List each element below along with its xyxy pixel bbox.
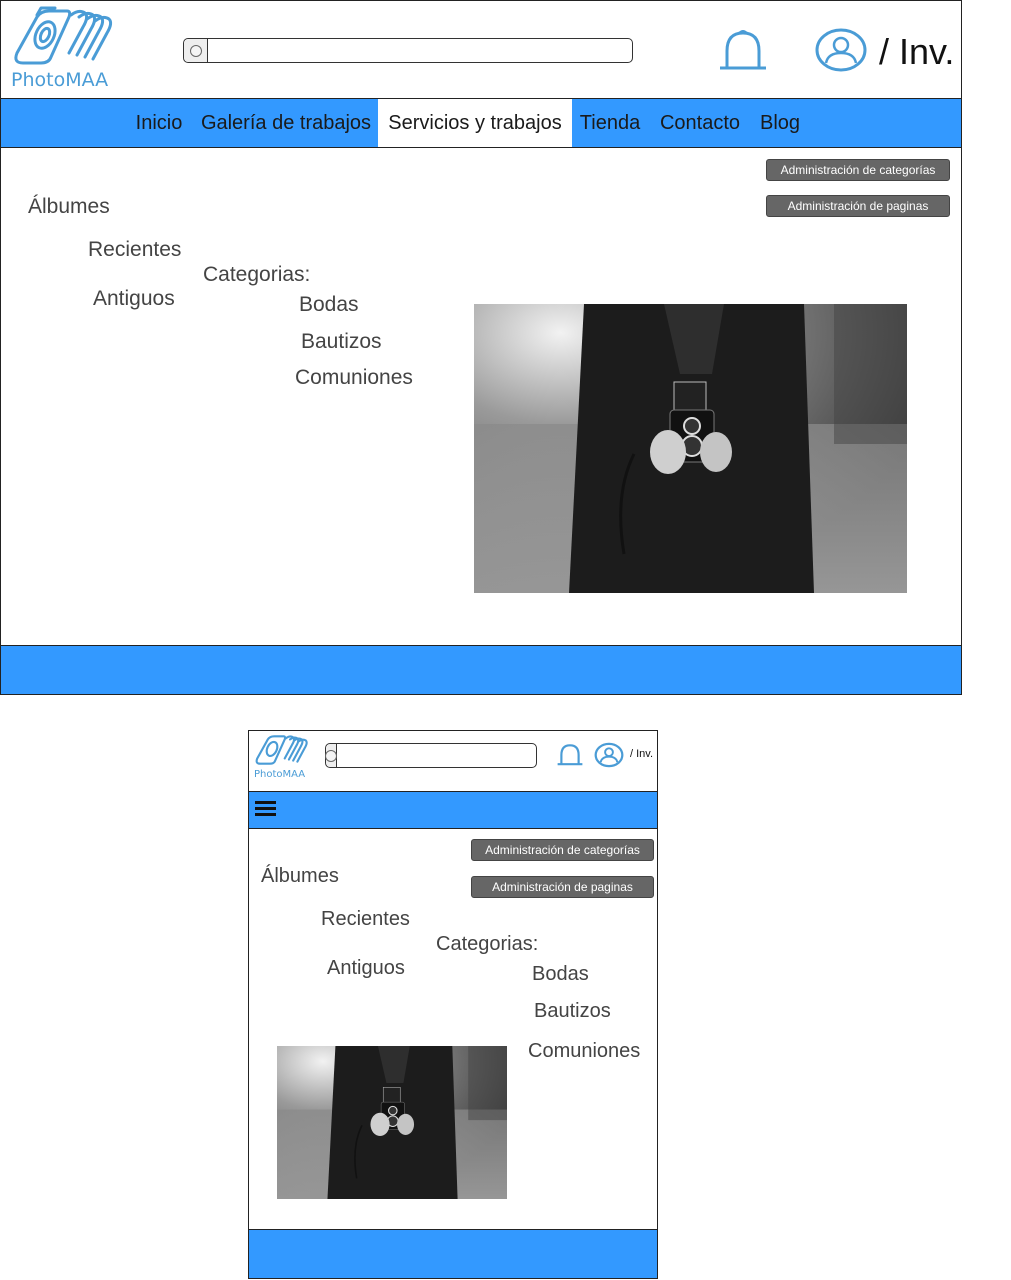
album-link-antiguos[interactable]: Antiguos: [327, 957, 405, 980]
album-link-recientes[interactable]: Recientes: [321, 908, 410, 931]
search-icon[interactable]: [325, 744, 337, 767]
categories-title: Categorias:: [203, 263, 311, 286]
category-link-comuniones[interactable]: Comuniones: [528, 1040, 640, 1063]
category-link-bodas[interactable]: Bodas: [532, 963, 589, 986]
hamburger-menu-icon[interactable]: [255, 800, 277, 820]
albums-title: Álbumes: [261, 865, 339, 887]
album-link-recientes[interactable]: Recientes: [88, 238, 181, 262]
search-bar[interactable]: [183, 38, 633, 63]
album-link-antiguos[interactable]: Antiguos: [93, 287, 175, 311]
nav-item-contacto[interactable]: Contacto: [653, 99, 747, 147]
bell-icon[interactable]: [717, 29, 769, 73]
brand-name: PhotoMAA: [254, 769, 306, 780]
admin-pages-button[interactable]: Administración de paginas: [766, 195, 950, 217]
search-icon[interactable]: [184, 39, 208, 62]
admin-categories-button[interactable]: Administración de categorías: [766, 159, 950, 181]
nav-item-inicio[interactable]: Inicio: [127, 99, 191, 147]
nav-item-tienda[interactable]: Tienda: [573, 99, 647, 147]
search-input[interactable]: [208, 39, 632, 62]
camera-logo-icon: [255, 735, 308, 765]
albums-title: Álbumes: [28, 195, 110, 218]
logo[interactable]: PhotoMAA: [9, 5, 119, 95]
main-nav: [249, 791, 657, 829]
user-icon[interactable]: [814, 27, 868, 73]
category-link-bautizos[interactable]: Bautizos: [534, 1000, 611, 1023]
category-link-bodas[interactable]: Bodas: [299, 293, 359, 317]
nav-item-servicios[interactable]: Servicios y trabajos: [378, 99, 572, 147]
categories-title: Categorias:: [436, 933, 539, 955]
category-link-comuniones[interactable]: Comuniones: [295, 366, 413, 390]
search-input[interactable]: [337, 744, 536, 767]
mobile-view: PhotoMAA / Inv. Administración de catego…: [248, 730, 658, 1279]
footer: [1, 645, 961, 694]
featured-photo: [277, 1046, 507, 1199]
logo[interactable]: PhotoMAA: [253, 733, 313, 783]
camera-logo-icon: [14, 6, 113, 65]
nav-item-galeria[interactable]: Galería de trabajos: [197, 99, 375, 147]
admin-pages-button[interactable]: Administración de paginas: [471, 876, 654, 898]
admin-categories-button[interactable]: Administración de categorías: [471, 839, 654, 861]
nav-item-blog[interactable]: Blog: [753, 99, 807, 147]
brand-name: PhotoMAA: [11, 69, 109, 91]
footer: [249, 1229, 657, 1278]
search-bar[interactable]: [325, 743, 537, 768]
user-icon[interactable]: [594, 741, 624, 769]
main-nav: Inicio Galería de trabajos Servicios y t…: [1, 98, 961, 148]
user-role-label[interactable]: / Inv.: [879, 31, 954, 73]
category-link-bautizos[interactable]: Bautizos: [301, 330, 382, 354]
user-role-label[interactable]: / Inv.: [630, 748, 653, 760]
bell-icon[interactable]: [556, 741, 584, 769]
featured-photo: [474, 304, 907, 593]
desktop-view: PhotoMAA / Inv. Inicio Galería de trabaj…: [0, 0, 962, 695]
